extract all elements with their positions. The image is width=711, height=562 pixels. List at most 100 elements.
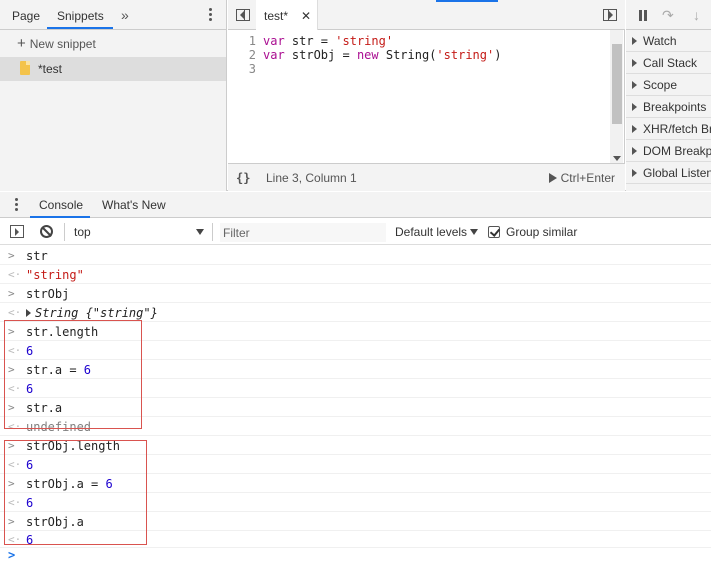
chevron-down-icon <box>196 229 204 235</box>
prompt-icon: > <box>8 325 15 338</box>
section-global-listeners[interactable]: Global Listeners <box>626 162 711 184</box>
expand-icon <box>632 37 637 45</box>
editor-tabs: test* ✕ <box>228 0 625 30</box>
console-result-row: <· 6 <box>0 379 711 398</box>
play-icon <box>548 173 557 183</box>
console-input-row: > strObj.length <box>0 436 711 455</box>
drawer-tabs: Console What's New <box>0 192 711 218</box>
prompt-icon: > <box>8 439 15 452</box>
console-result-row: <· 6 <box>0 531 711 548</box>
prompt-icon: > <box>8 477 15 490</box>
navigator-menu-icon[interactable] <box>204 5 216 25</box>
group-similar-checkbox[interactable] <box>488 226 500 238</box>
prompt-icon: > <box>8 287 15 300</box>
group-similar-label[interactable]: Group similar <box>506 219 577 245</box>
new-snippet-button[interactable]: + New snippet <box>0 31 226 57</box>
run-snippet-button[interactable]: Ctrl+Enter <box>548 164 615 192</box>
expand-icon <box>632 81 637 89</box>
expand-icon <box>632 169 637 177</box>
result-icon: <· <box>8 420 22 433</box>
section-dom-breakpoints[interactable]: DOM Breakpoints <box>626 140 711 162</box>
line-number: 3 <box>248 62 256 76</box>
expand-icon <box>632 125 637 133</box>
tab-whats-new[interactable]: What's New <box>102 192 166 218</box>
result-icon: <· <box>8 458 22 471</box>
code-editor[interactable]: 1 2 3 var str = 'string' var strObj = ne… <box>228 30 625 163</box>
section-breakpoints[interactable]: Breakpoints <box>626 96 711 118</box>
snippet-label: *test <box>38 62 63 76</box>
context-select[interactable]: top <box>74 219 208 245</box>
step-over-icon[interactable]: ↷ <box>662 8 680 22</box>
file-tab-label: test* <box>264 9 289 23</box>
editor-status-bar: {} Line 3, Column 1 Ctrl+Enter <box>228 163 625 191</box>
toggle-debugger-icon[interactable] <box>603 9 617 21</box>
file-icon <box>20 61 30 75</box>
new-snippet-label: New snippet <box>29 37 96 51</box>
chevron-down-icon <box>470 229 479 235</box>
show-console-sidebar-icon[interactable] <box>10 225 24 238</box>
active-tab-indicator <box>47 27 113 29</box>
result-icon: <· <box>8 496 22 509</box>
toolbar-divider <box>212 223 213 241</box>
console-input-row: > str.a = 6 <box>0 360 711 379</box>
code-line-2: var strObj = new String('string') <box>263 48 502 62</box>
result-icon: <· <box>8 306 22 319</box>
line-number: 2 <box>248 48 256 62</box>
active-file-indicator <box>436 0 498 2</box>
editor-scrollbar[interactable] <box>610 30 623 163</box>
console-result-row: <· 6 <box>0 341 711 360</box>
step-into-icon[interactable]: ↓ <box>693 8 703 22</box>
active-tab-indicator <box>30 216 90 218</box>
tab-console[interactable]: Console <box>39 192 83 218</box>
section-watch[interactable]: Watch <box>626 30 711 52</box>
navigator-tabs: Page Snippets » <box>0 0 226 30</box>
filter-input[interactable] <box>220 223 386 242</box>
console-result-row: <· "string" <box>0 265 711 284</box>
section-call-stack[interactable]: Call Stack <box>626 52 711 74</box>
navigator-pane: Page Snippets » + New snippet *test <box>0 0 227 191</box>
more-tabs-icon[interactable]: » <box>121 0 129 30</box>
editor-pane: test* ✕ 1 2 3 var str = 'string' var str… <box>228 0 625 191</box>
result-icon: <· <box>8 382 22 395</box>
debugger-toolbar: ↷ ↓ <box>626 0 711 30</box>
tab-snippets[interactable]: Snippets <box>57 0 104 30</box>
scroll-thumb[interactable] <box>612 44 622 124</box>
section-xhr-breakpoints[interactable]: XHR/fetch Breakpoints <box>626 118 711 140</box>
console-result-row: <· 6 <box>0 493 711 512</box>
toggle-navigator-icon[interactable] <box>236 9 250 21</box>
expand-icon[interactable] <box>26 309 31 317</box>
expand-icon <box>632 59 637 67</box>
console-result-row: <· 6 <box>0 455 711 474</box>
close-icon[interactable]: ✕ <box>301 0 311 32</box>
snippet-item-test[interactable]: *test <box>0 57 226 81</box>
drawer-menu-icon[interactable] <box>10 195 22 215</box>
console-toolbar: top Default levels Group similar <box>0 219 711 245</box>
plus-icon: + <box>17 35 26 52</box>
log-levels-dropdown[interactable]: Default levels <box>395 219 479 245</box>
console-prompt[interactable]: > <box>8 548 15 562</box>
expand-icon <box>632 147 637 155</box>
line-number: 1 <box>248 34 256 48</box>
pause-icon[interactable] <box>638 10 648 21</box>
result-icon: <· <box>8 533 22 546</box>
file-tab-test[interactable]: test* ✕ <box>256 0 318 30</box>
console-messages[interactable]: > str <· "string" > strObj <· String {"s… <box>0 246 711 562</box>
prompt-icon: > <box>8 363 15 376</box>
scroll-down-icon[interactable] <box>613 156 621 161</box>
clear-console-icon[interactable] <box>40 225 53 238</box>
prompt-icon: > <box>8 401 15 414</box>
console-result-row: <· undefined <box>0 417 711 436</box>
result-icon: <· <box>8 268 22 281</box>
context-value: top <box>74 225 91 239</box>
console-input-row: > strObj.a <box>0 512 711 531</box>
tab-page[interactable]: Page <box>12 0 40 30</box>
object-preview[interactable]: String {"string"} <box>26 306 158 320</box>
result-icon: <· <box>8 344 22 357</box>
cursor-position: Line 3, Column 1 <box>266 171 357 185</box>
console-input-row: > str <box>0 246 711 265</box>
pretty-print-icon[interactable]: {} <box>236 164 250 192</box>
section-scope[interactable]: Scope <box>626 74 711 96</box>
prompt-icon: > <box>8 515 15 528</box>
code-line-1: var str = 'string' <box>263 34 394 48</box>
console-input-row: > strObj <box>0 284 711 303</box>
